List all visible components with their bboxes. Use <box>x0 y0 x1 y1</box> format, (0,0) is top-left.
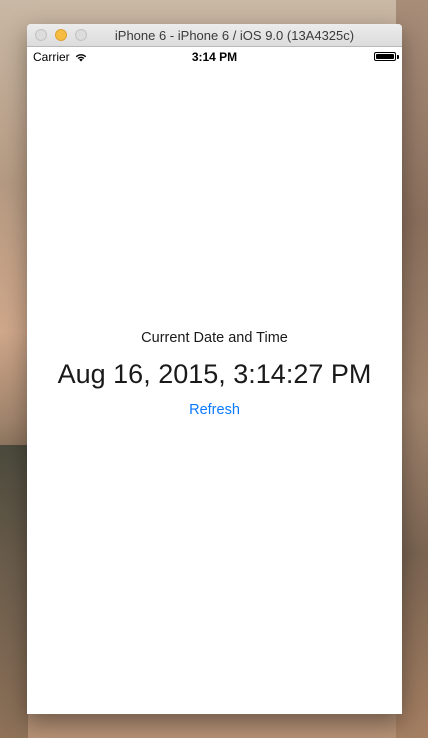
simulator-window: iPhone 6 - iPhone 6 / iOS 9.0 (13A4325c)… <box>27 24 402 714</box>
window-title-bar[interactable]: iPhone 6 - iPhone 6 / iOS 9.0 (13A4325c) <box>27 24 402 47</box>
current-date-time-heading: Current Date and Time <box>141 330 288 346</box>
app-content: Current Date and Time Aug 16, 2015, 3:14… <box>27 328 402 419</box>
battery-icon <box>374 52 396 61</box>
desktop-wallpaper-trees <box>0 445 28 738</box>
battery-level-fill <box>376 54 394 59</box>
battery-tip <box>397 55 399 59</box>
window-title: iPhone 6 - iPhone 6 / iOS 9.0 (13A4325c) <box>114 28 355 43</box>
refresh-button[interactable]: Refresh <box>189 402 240 418</box>
datetime-value: Aug 16, 2015, 3:14:27 PM <box>57 359 372 389</box>
ios-status-bar: Carrier 3:14 PM <box>27 47 402 67</box>
status-bar-time: 3:14 PM <box>191 50 238 64</box>
